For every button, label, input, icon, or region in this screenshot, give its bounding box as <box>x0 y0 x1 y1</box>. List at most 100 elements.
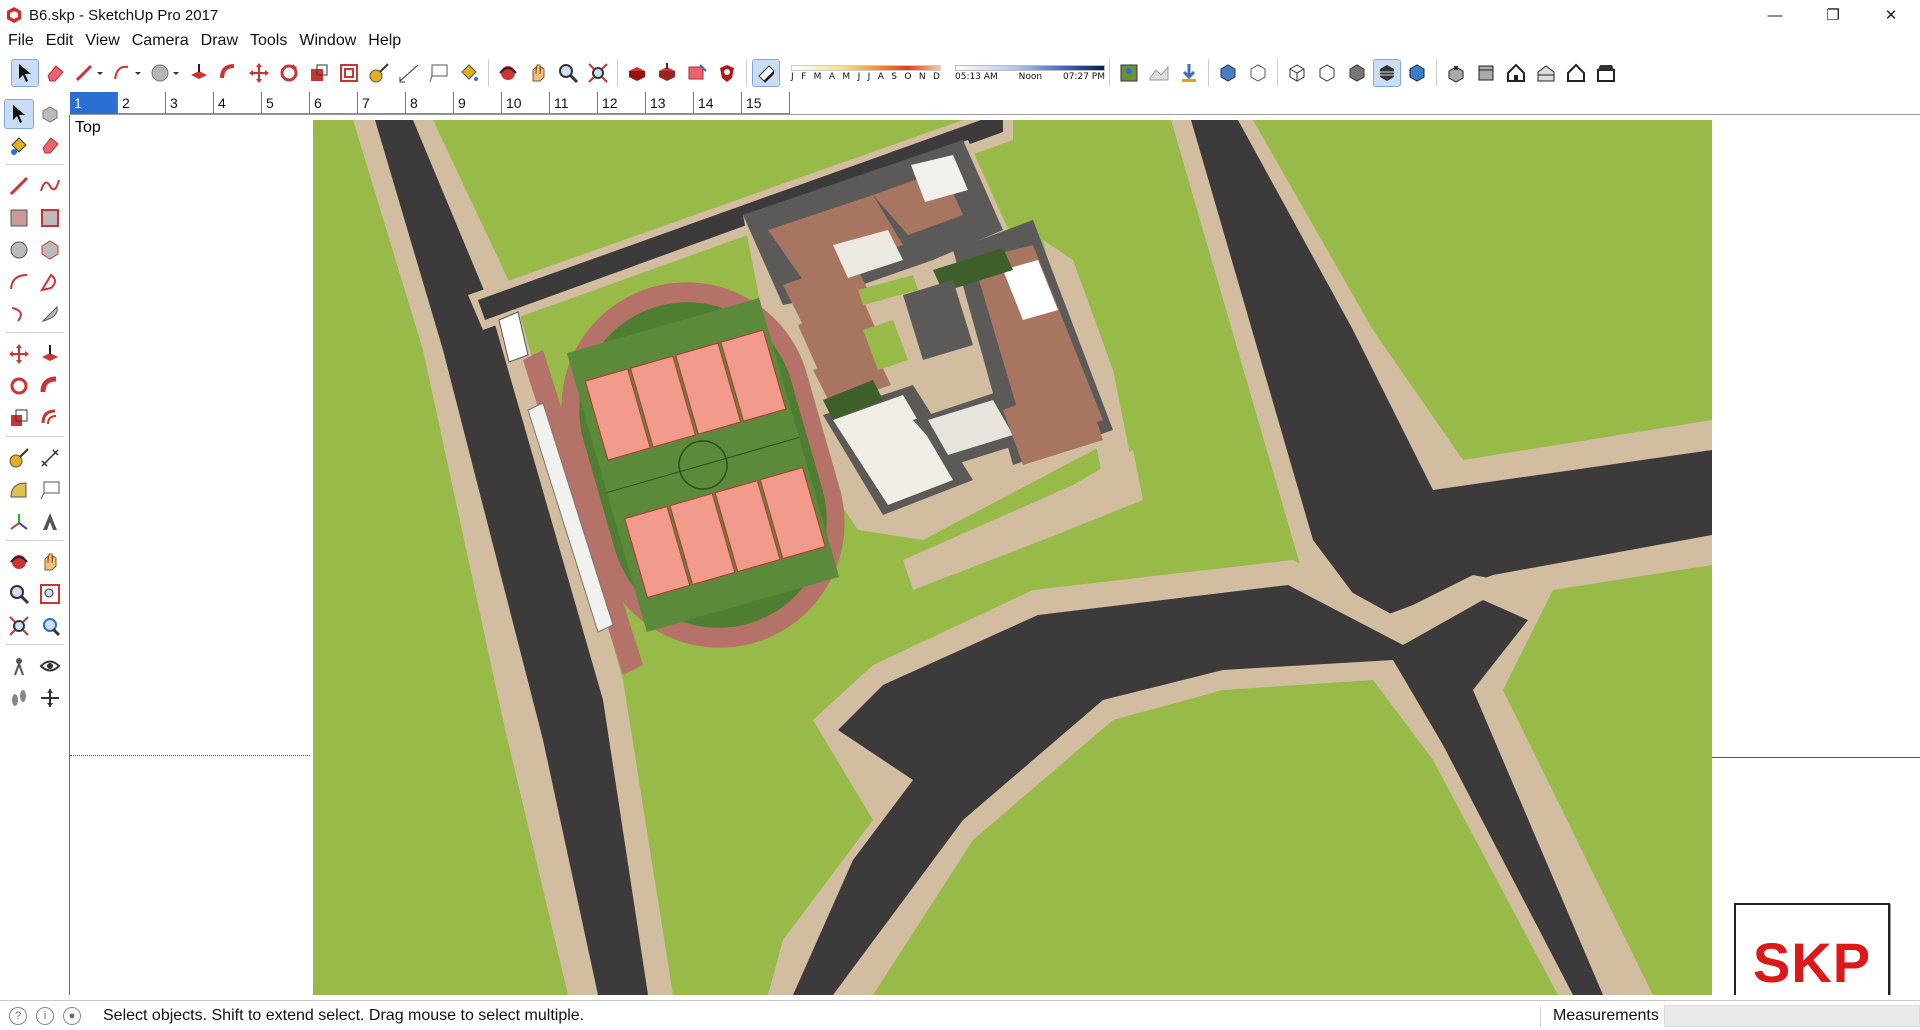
freehand-icon[interactable] <box>36 172 64 200</box>
back-edges-style-icon[interactable] <box>1245 60 1271 86</box>
three-point-arc-icon[interactable] <box>5 300 33 328</box>
scene-tab-13[interactable]: 13 <box>646 92 694 114</box>
scale-icon[interactable] <box>5 404 33 432</box>
zoom-icon[interactable] <box>5 580 33 608</box>
section-plane-icon[interactable] <box>36 684 64 712</box>
line-tool-icon[interactable] <box>72 60 106 86</box>
model-viewport[interactable]: Top SKP <box>70 115 1920 995</box>
pan-tool-icon[interactable] <box>525 60 551 86</box>
axes-icon[interactable] <box>5 508 33 536</box>
pan-icon[interactable] <box>36 548 64 576</box>
credits-status-icon[interactable]: i <box>36 1006 54 1025</box>
scale-tool-icon[interactable] <box>306 60 332 86</box>
3d-warehouse-icon[interactable] <box>624 60 650 86</box>
restore-button[interactable]: ❐ <box>1804 0 1862 30</box>
push-pull-tool-icon[interactable] <box>186 60 212 86</box>
move-icon[interactable] <box>5 340 33 368</box>
menu-edit[interactable]: Edit <box>40 30 80 52</box>
wireframe-style-icon[interactable] <box>1284 60 1310 86</box>
position-camera-icon[interactable] <box>5 652 33 680</box>
orbit-icon[interactable] <box>5 548 33 576</box>
two-point-arc-icon[interactable] <box>36 268 64 296</box>
text-icon[interactable] <box>36 476 64 504</box>
pie-icon[interactable] <box>36 300 64 328</box>
user-account-icon[interactable]: ● <box>63 1006 81 1025</box>
scene-tab-3[interactable]: 3 <box>166 92 214 114</box>
text-tool-icon[interactable] <box>426 60 452 86</box>
shaded-with-textures-style-icon[interactable] <box>1373 59 1401 87</box>
make-component-icon[interactable] <box>36 100 64 128</box>
add-location-icon[interactable] <box>1176 60 1202 86</box>
shaded-style-icon[interactable] <box>1344 60 1370 86</box>
shadow-month-slider[interactable]: J F M A M J J A S O N D <box>791 64 941 82</box>
eraser-icon[interactable] <box>36 132 64 160</box>
rotated-rectangle-icon[interactable] <box>36 204 64 232</box>
scene-tab-11[interactable]: 11 <box>550 92 598 114</box>
rotate-tool-icon[interactable] <box>276 60 302 86</box>
dimension-icon[interactable] <box>36 444 64 472</box>
zoom-extents-tool-icon[interactable] <box>585 60 611 86</box>
scene-tab-10[interactable]: 10 <box>502 92 550 114</box>
scene-tab-4[interactable]: 4 <box>214 92 262 114</box>
menu-file[interactable]: File <box>2 30 40 52</box>
scene-tab-6[interactable]: 6 <box>310 92 358 114</box>
right-view-icon[interactable] <box>1533 60 1559 86</box>
previous-view-icon[interactable] <box>36 612 64 640</box>
paint-bucket-tool-icon[interactable] <box>456 60 482 86</box>
scene-tab-2[interactable]: 2 <box>118 92 166 114</box>
zoom-tool-icon[interactable] <box>555 60 581 86</box>
minimize-button[interactable]: — <box>1746 0 1804 30</box>
scene-tab-9[interactable]: 9 <box>454 92 502 114</box>
scene-tab-5[interactable]: 5 <box>262 92 310 114</box>
zoom-extents-icon[interactable] <box>5 612 33 640</box>
offset-tool-icon[interactable] <box>336 60 362 86</box>
line-icon[interactable] <box>5 172 33 200</box>
menu-view[interactable]: View <box>79 30 125 52</box>
month-gradient-bar[interactable] <box>791 64 941 71</box>
back-view-icon[interactable] <box>1563 60 1589 86</box>
hidden-line-style-icon[interactable] <box>1314 60 1340 86</box>
shape-tool-icon[interactable] <box>148 60 182 86</box>
top-view-icon[interactable] <box>1473 60 1499 86</box>
arc-icon[interactable] <box>5 268 33 296</box>
menu-draw[interactable]: Draw <box>195 30 244 52</box>
tape-measure-tool-icon[interactable] <box>366 60 392 86</box>
push-pull-icon[interactable] <box>36 340 64 368</box>
measurements-input[interactable] <box>1664 1005 1920 1027</box>
orbit-tool-icon[interactable] <box>495 60 521 86</box>
select-tool-icon[interactable] <box>11 59 39 87</box>
offset-icon[interactable] <box>36 404 64 432</box>
3d-text-icon[interactable] <box>36 508 64 536</box>
shadow-toggle-icon[interactable] <box>752 59 780 87</box>
menu-help[interactable]: Help <box>362 30 407 52</box>
geo-location-icon[interactable] <box>1116 60 1142 86</box>
share-component-icon[interactable] <box>684 60 710 86</box>
scene-tab-15[interactable]: 15 <box>742 92 790 114</box>
paint-bucket-icon[interactable] <box>5 132 33 160</box>
scene-tab-14[interactable]: 14 <box>694 92 742 114</box>
scene-tab-12[interactable]: 12 <box>598 92 646 114</box>
polygon-icon[interactable] <box>36 236 64 264</box>
menu-camera[interactable]: Camera <box>126 30 195 52</box>
eraser-tool-icon[interactable] <box>42 60 68 86</box>
rotate-icon[interactable] <box>5 372 33 400</box>
select-tool-icon[interactable] <box>4 99 34 129</box>
left-view-icon[interactable] <box>1593 60 1619 86</box>
scene-tab-1[interactable]: 1 <box>70 92 118 114</box>
circle-icon[interactable] <box>5 236 33 264</box>
close-button[interactable]: ✕ <box>1862 0 1920 30</box>
shadow-time-slider[interactable]: 05:13 AM Noon 07:27 PM <box>955 64 1105 82</box>
iso-view-icon[interactable] <box>1443 60 1469 86</box>
walk-icon[interactable] <box>5 684 33 712</box>
show-terrain-icon[interactable] <box>1146 60 1172 86</box>
zoom-window-icon[interactable] <box>36 580 64 608</box>
monochrome-style-icon[interactable] <box>1404 60 1430 86</box>
share-model-icon[interactable] <box>654 60 680 86</box>
xray-style-icon[interactable] <box>1215 60 1241 86</box>
site-plan-render[interactable] <box>313 120 1712 995</box>
look-around-icon[interactable] <box>36 652 64 680</box>
follow-me-tool-icon[interactable] <box>216 60 242 86</box>
rectangle-icon[interactable] <box>5 204 33 232</box>
arc-tool-icon[interactable] <box>110 60 144 86</box>
front-view-icon[interactable] <box>1503 60 1529 86</box>
